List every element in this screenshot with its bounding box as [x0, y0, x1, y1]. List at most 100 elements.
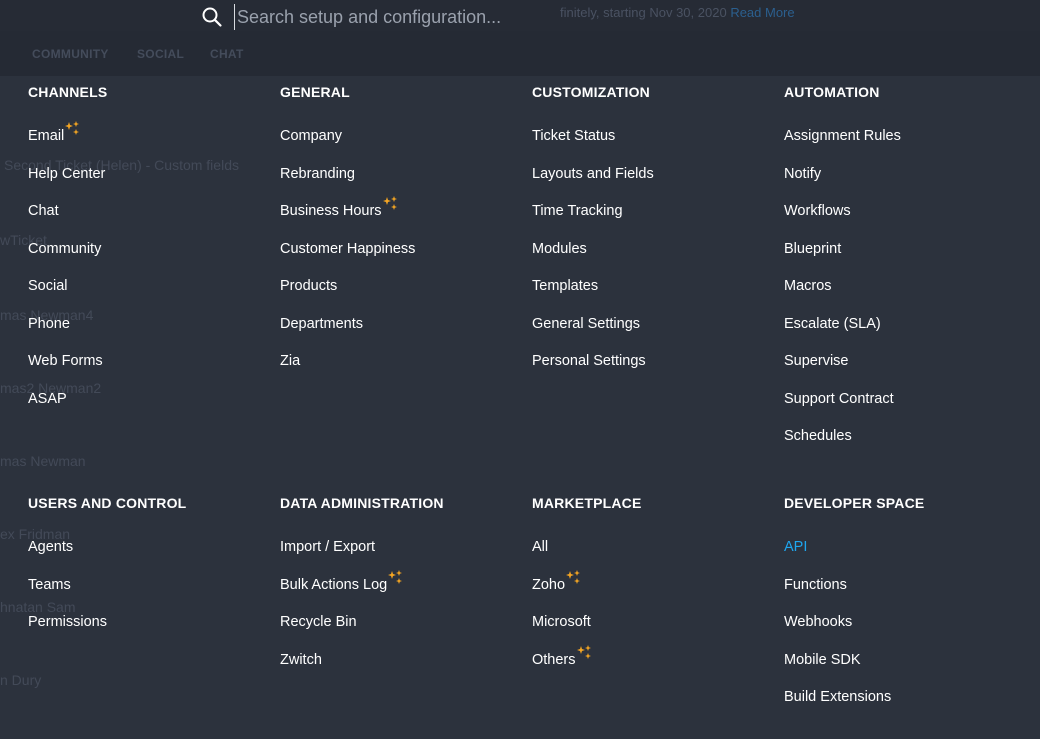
menu-item-label: Email: [28, 128, 65, 144]
menu-item-zoho[interactable]: Zoho: [532, 569, 581, 594]
menu-item-label: Microsoft: [532, 614, 591, 630]
menu-item-modules[interactable]: Modules: [532, 240, 587, 258]
menu-item-customer-happiness[interactable]: Customer Happiness: [280, 240, 415, 258]
menu-item-rebranding[interactable]: Rebranding: [280, 165, 355, 183]
menu-item-api[interactable]: API: [784, 538, 807, 556]
menu-item-label: Webhooks: [784, 614, 853, 630]
menu-item-templates[interactable]: Templates: [532, 277, 598, 295]
menu-item-functions[interactable]: Functions: [784, 576, 847, 594]
background-nav-community: COMMUNITY: [32, 47, 109, 61]
menu-item-label: Recycle Bin: [280, 614, 357, 630]
menu-item-email[interactable]: Email: [28, 121, 80, 145]
menu-item-label: Zoho: [532, 576, 566, 593]
sparkle-icon: [566, 569, 581, 594]
background-nav-social: SOCIAL: [137, 47, 185, 61]
menu-item-help-center[interactable]: Help Center: [28, 165, 105, 183]
menu-item-label: Schedules: [784, 428, 852, 444]
menu-item-workflows[interactable]: Workflows: [784, 202, 851, 220]
menu-item-products[interactable]: Products: [280, 277, 337, 295]
menu-item-asap[interactable]: ASAP: [28, 390, 67, 408]
menu-item-chat[interactable]: Chat: [28, 202, 59, 220]
menu-item-ticket-status[interactable]: Ticket Status: [532, 127, 615, 145]
background-row: mas Newman: [0, 453, 86, 469]
menu-item-label: Time Tracking: [532, 203, 623, 219]
section-title: CUSTOMIZATION: [532, 84, 650, 100]
menu-item-zia[interactable]: Zia: [280, 352, 300, 370]
menu-item-bulk-actions-log[interactable]: Bulk Actions Log: [280, 569, 403, 594]
menu-item-microsoft[interactable]: Microsoft: [532, 613, 591, 631]
menu-item-label: Zia: [280, 353, 301, 369]
menu-item-label: Supervise: [784, 353, 849, 369]
menu-item-label: Workflows: [784, 203, 851, 219]
menu-item-social[interactable]: Social: [28, 277, 68, 295]
menu-item-label: Modules: [532, 240, 587, 257]
menu-item-personal-settings[interactable]: Personal Settings: [532, 352, 646, 370]
background-row: n Dury: [0, 672, 42, 688]
section-title: AUTOMATION: [784, 84, 880, 100]
menu-item-zwitch[interactable]: Zwitch: [280, 651, 322, 669]
menu-item-web-forms[interactable]: Web Forms: [28, 352, 103, 370]
menu-item-community[interactable]: Community: [28, 240, 101, 258]
menu-item-label: Bulk Actions Log: [280, 576, 388, 593]
search-input[interactable]: [234, 4, 757, 30]
menu-item-teams[interactable]: Teams: [28, 576, 71, 594]
menu-item-recycle-bin[interactable]: Recycle Bin: [280, 613, 357, 631]
menu-item-escalate-sla[interactable]: Escalate (SLA): [784, 315, 881, 333]
menu-item-label: General Settings: [532, 315, 641, 332]
section-title: MARKETPLACE: [532, 495, 642, 511]
menu-item-label: Import / Export: [280, 539, 376, 555]
menu-item-label: Social: [28, 278, 68, 294]
menu-item-all[interactable]: All: [532, 538, 548, 556]
menu-item-label: Business Hours: [280, 203, 382, 219]
menu-item-supervise[interactable]: Supervise: [784, 352, 848, 370]
menu-item-notify[interactable]: Notify: [784, 165, 821, 183]
section-title: GENERAL: [280, 84, 350, 100]
menu-item-label: Mobile SDK: [784, 651, 861, 668]
section-title: DEVELOPER SPACE: [784, 495, 925, 511]
menu-item-support-contract[interactable]: Support Contract: [784, 390, 894, 408]
menu-item-label: Blueprint: [784, 240, 842, 257]
sparkle-icon: [576, 644, 591, 669]
sparkle-icon: [65, 121, 80, 145]
menu-item-label: Others: [532, 651, 576, 668]
menu-item-company[interactable]: Company: [280, 127, 342, 145]
menu-item-label: Build Extensions: [784, 689, 892, 705]
menu-item-others[interactable]: Others: [532, 644, 591, 669]
menu-item-label: Functions: [784, 576, 847, 593]
menu-item-schedules[interactable]: Schedules: [784, 427, 852, 445]
menu-item-label: Community: [28, 240, 102, 257]
menu-item-label: Support Contract: [784, 390, 894, 407]
menu-item-assignment-rules[interactable]: Assignment Rules: [784, 127, 901, 145]
sparkle-icon: [382, 196, 397, 220]
menu-item-webhooks[interactable]: Webhooks: [784, 613, 852, 631]
menu-item-import-export[interactable]: Import / Export: [280, 538, 375, 556]
menu-item-label: Web Forms: [28, 353, 103, 369]
menu-item-build-extensions[interactable]: Build Extensions: [784, 688, 891, 706]
background-nav-chat: CHAT: [210, 47, 244, 61]
menu-item-time-tracking[interactable]: Time Tracking: [532, 202, 623, 220]
menu-item-label: Chat: [28, 203, 59, 219]
menu-item-label: Phone: [28, 315, 70, 332]
menu-item-label: Customer Happiness: [280, 240, 416, 257]
menu-item-business-hours[interactable]: Business Hours: [280, 196, 397, 220]
menu-item-phone[interactable]: Phone: [28, 315, 70, 333]
section-title: USERS AND CONTROL: [28, 495, 187, 511]
menu-item-agents[interactable]: Agents: [28, 538, 73, 556]
menu-item-departments[interactable]: Departments: [280, 315, 363, 333]
menu-item-label: Departments: [280, 315, 364, 332]
menu-item-label: Notify: [784, 165, 822, 182]
menu-item-blueprint[interactable]: Blueprint: [784, 240, 841, 258]
menu-item-label: Agents: [28, 539, 74, 555]
menu-item-mobile-sdk[interactable]: Mobile SDK: [784, 651, 861, 669]
menu-item-macros[interactable]: Macros: [784, 277, 832, 295]
search-icon[interactable]: [201, 6, 223, 28]
menu-item-label: Layouts and Fields: [532, 165, 654, 182]
menu-item-permissions[interactable]: Permissions: [28, 613, 107, 631]
menu-item-label: Personal Settings: [532, 353, 646, 369]
menu-item-label: ASAP: [28, 390, 67, 407]
menu-item-label: Escalate (SLA): [784, 315, 881, 332]
menu-item-label: Help Center: [28, 165, 106, 182]
menu-item-layouts-and-fields[interactable]: Layouts and Fields: [532, 165, 654, 183]
menu-item-general-settings[interactable]: General Settings: [532, 315, 640, 333]
section-title: CHANNELS: [28, 84, 108, 100]
